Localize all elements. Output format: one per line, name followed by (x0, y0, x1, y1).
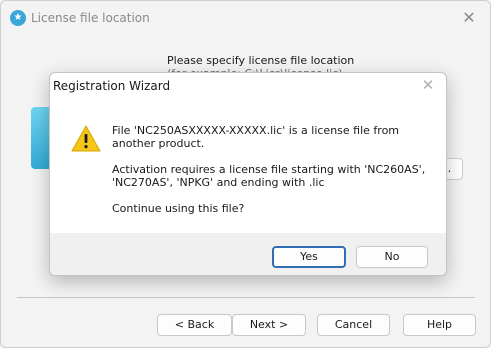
cancel-button[interactable]: Cancel (317, 314, 390, 336)
no-button[interactable]: No (356, 246, 428, 268)
footer-divider (17, 297, 475, 298)
dialog-title: Registration Wizard (53, 79, 171, 93)
app-icon: ★ (10, 10, 26, 26)
warning-icon (71, 125, 101, 152)
help-button[interactable]: Help (403, 314, 476, 336)
close-icon[interactable]: ✕ (458, 7, 480, 29)
message-requirements: Activation requires a license file start… (112, 163, 426, 189)
dialog-message: File 'NC250ASXXXXX-XXXXX.lic' is a licen… (112, 124, 437, 228)
message-other-product: File 'NC250ASXXXXX-XXXXX.lic' is a licen… (112, 124, 400, 150)
back-button[interactable]: < Back (157, 314, 232, 336)
registration-dialog: Registration Wizard ✕ File 'NC250ASXXXXX… (49, 72, 447, 276)
title-bar: ★ License file location ✕ (1, 1, 490, 35)
message-question: Continue using this file? (112, 202, 245, 215)
prompt-line: Please specify license file location (167, 54, 355, 67)
dialog-close-icon[interactable]: ✕ (418, 75, 438, 95)
yes-button[interactable]: Yes (272, 246, 346, 268)
window-title: License file location (31, 11, 150, 25)
next-button[interactable]: Next > (232, 314, 306, 336)
